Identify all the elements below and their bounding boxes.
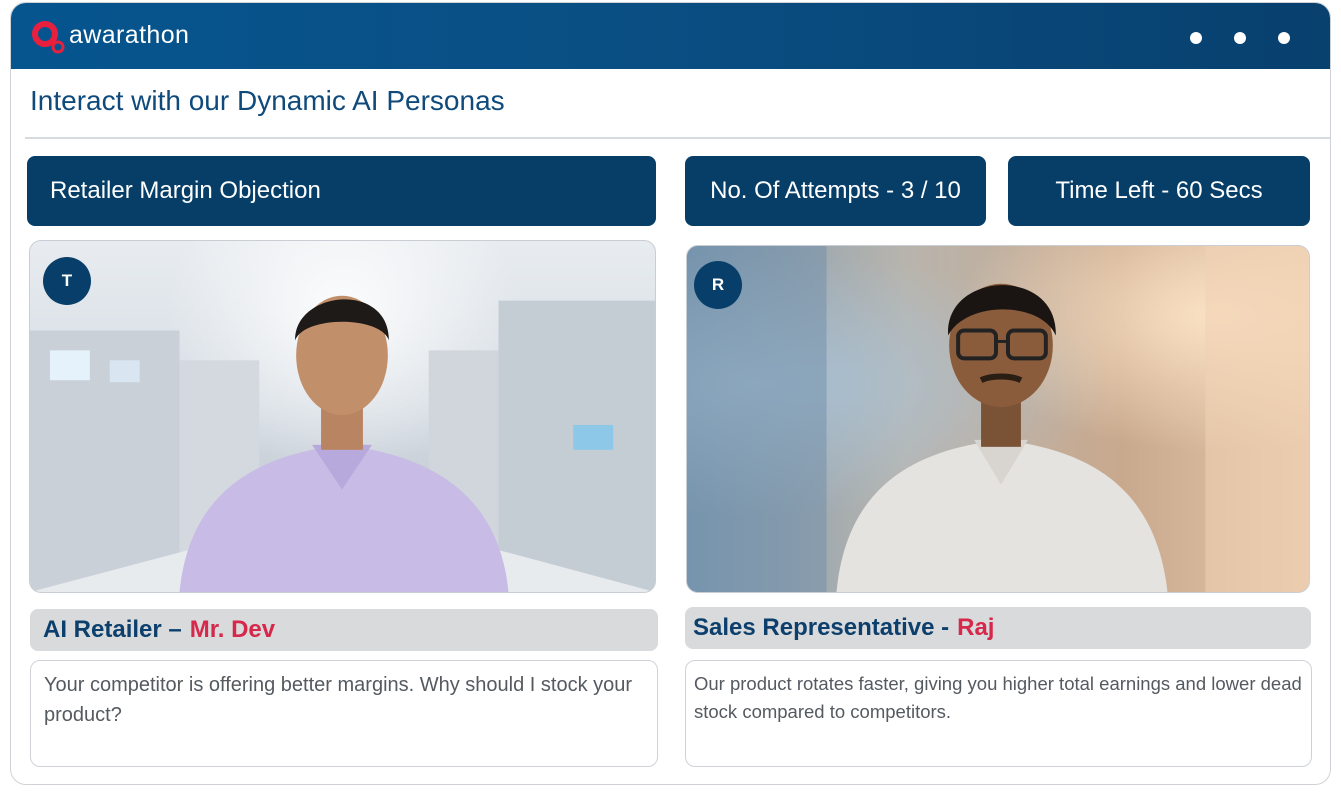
attempts-counter: No. Of Attempts - 3 / 10 — [685, 156, 986, 226]
sales-rep-name-bar: Sales Representative - Raj — [685, 607, 1311, 649]
sales-rep-message: Our product rotates faster, giving you h… — [685, 660, 1312, 767]
sales-rep-image — [687, 246, 1309, 592]
ai-persona-message: Your competitor is offering better margi… — [30, 660, 658, 767]
sales-rep-video: R — [686, 245, 1310, 593]
ai-persona-name: Mr. Dev — [189, 616, 276, 643]
brand-name: awarathon — [69, 21, 190, 49]
scenario-label: Retailer Margin Objection — [27, 156, 656, 226]
dot-icon — [1190, 32, 1202, 44]
awarathon-logo-icon — [32, 21, 65, 54]
ai-persona-name-bar: AI Retailer – Mr. Dev — [30, 609, 658, 651]
sales-rep-role: Sales Representative - — [693, 614, 950, 641]
time-left-counter: Time Left - 60 Secs — [1008, 156, 1310, 226]
sales-rep-name: Raj — [957, 614, 995, 641]
ai-persona-image — [30, 295, 655, 592]
ai-persona-video: T — [29, 240, 656, 593]
more-dots-icon[interactable] — [1190, 32, 1290, 44]
app-header: awarathon — [11, 3, 1330, 69]
title-divider — [25, 137, 1330, 139]
page-title: Interact with our Dynamic AI Personas — [30, 85, 505, 116]
ai-persona-avatar: T — [43, 257, 91, 305]
dot-icon — [1234, 32, 1246, 44]
brand-logo: awarathon — [31, 20, 189, 54]
sales-rep-avatar: R — [694, 261, 742, 309]
ai-persona-role: AI Retailer – — [43, 616, 182, 643]
dot-icon — [1278, 32, 1290, 44]
app-window: awarathon Interact with our Dynamic AI P… — [10, 2, 1331, 785]
